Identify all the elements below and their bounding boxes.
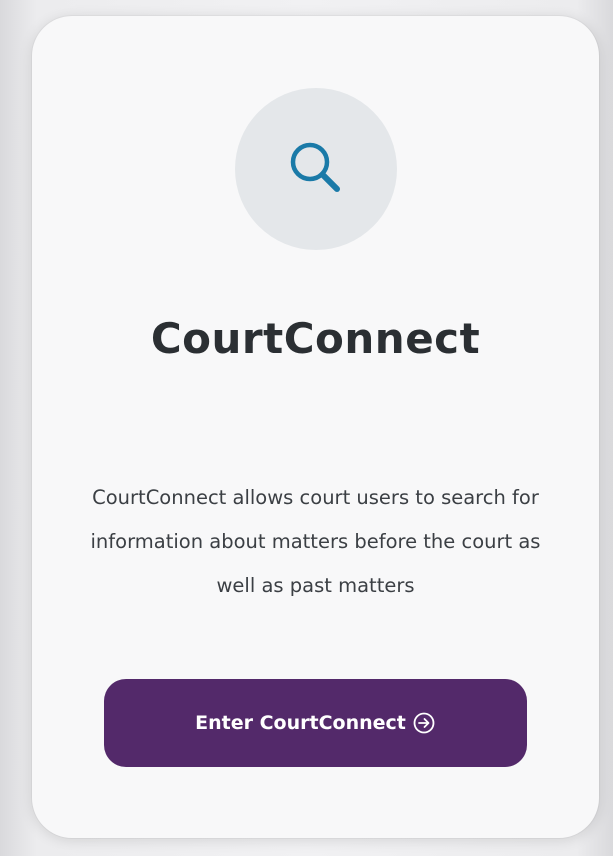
search-icon xyxy=(290,142,340,192)
app-description: CourtConnect allows court users to searc… xyxy=(90,486,541,597)
enter-courtconnect-button[interactable]: Enter CourtConnect xyxy=(104,679,527,767)
page-title: CourtConnect xyxy=(150,314,481,363)
search-icon-badge xyxy=(235,88,397,250)
arrow-circle-right-icon xyxy=(412,711,436,735)
courtconnect-card: CourtConnect CourtConnect allows court u… xyxy=(32,16,599,838)
enter-button-label: Enter CourtConnect xyxy=(195,712,406,734)
